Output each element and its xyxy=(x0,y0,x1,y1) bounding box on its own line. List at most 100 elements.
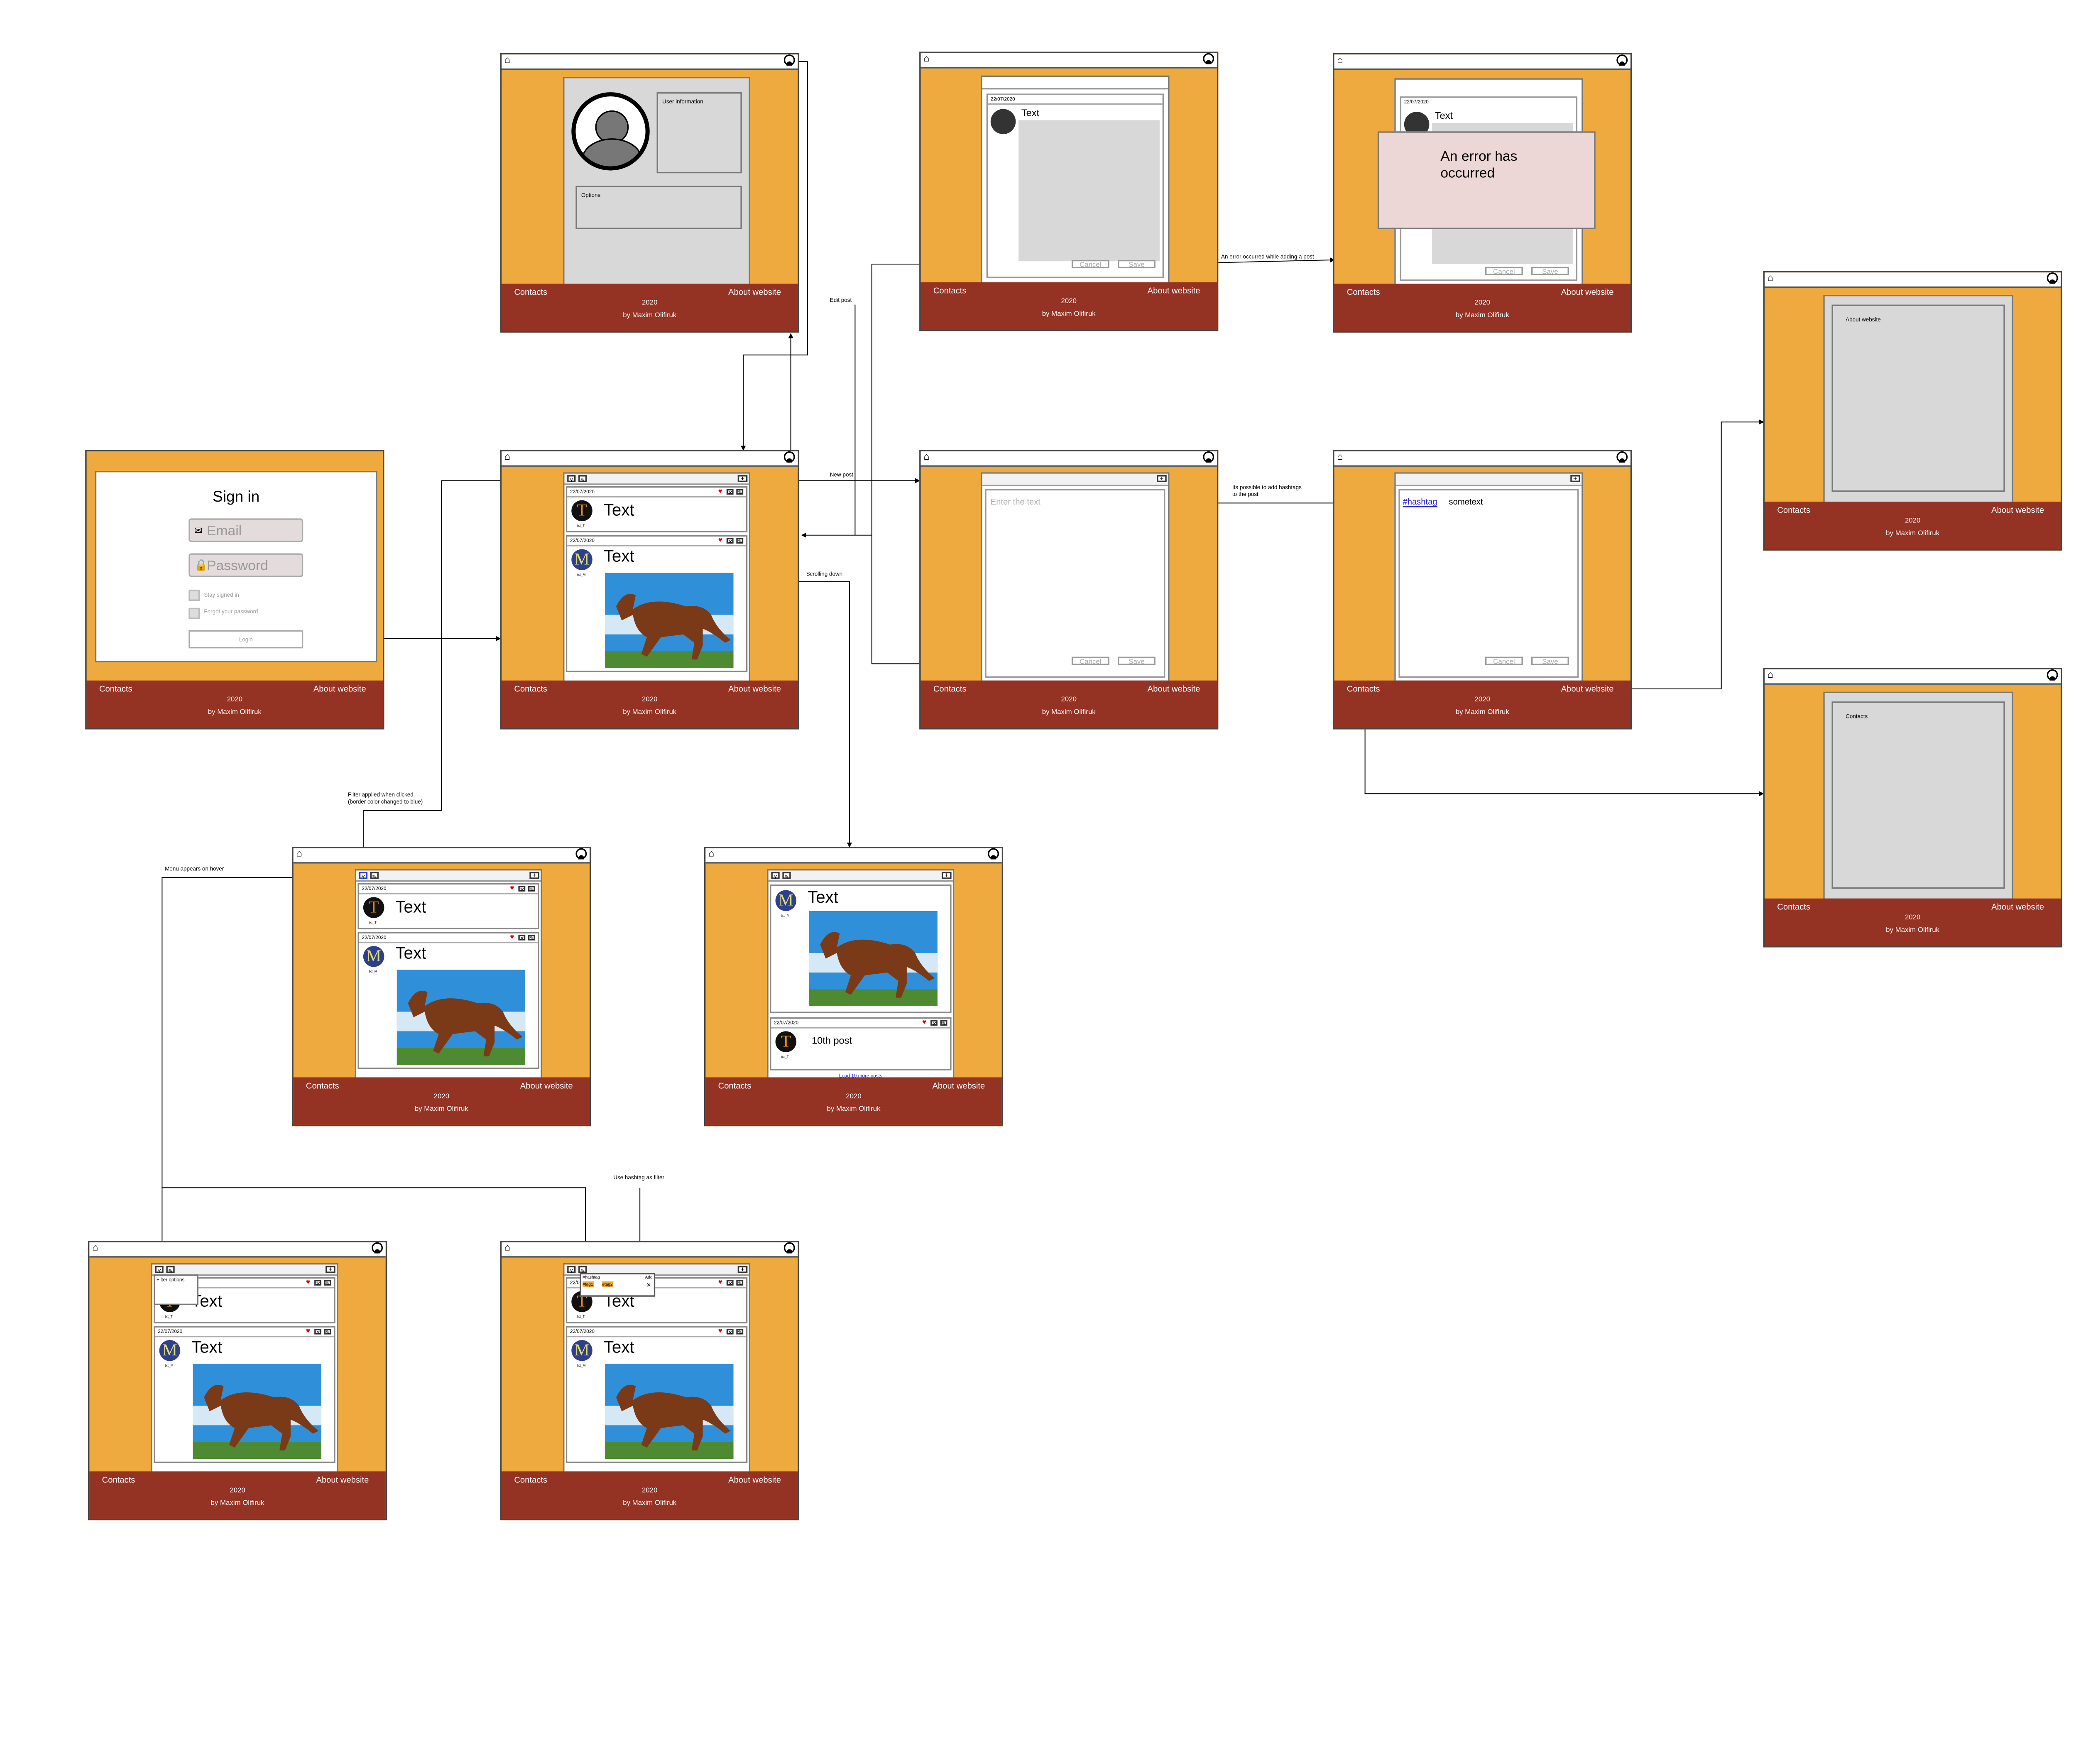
home-icon[interactable]: ⌂ xyxy=(1768,274,1773,285)
close-icon[interactable]: ✕ xyxy=(930,1019,938,1026)
footer-about-link[interactable]: About website xyxy=(728,1477,781,1485)
filter-icon[interactable]: Y xyxy=(359,872,367,880)
save-button[interactable]: Save xyxy=(1118,657,1156,666)
close-icon[interactable]: ✕ xyxy=(314,1279,321,1286)
user-icon[interactable] xyxy=(2047,669,2058,681)
user-icon[interactable] xyxy=(783,54,795,66)
pencil-icon[interactable]: ✎ xyxy=(736,488,744,495)
add-tag-button[interactable]: Add xyxy=(645,1274,652,1280)
footer-about-link[interactable]: About website xyxy=(728,686,781,694)
footer-about-link[interactable]: About website xyxy=(1991,904,2044,912)
footer-about-link[interactable]: About website xyxy=(313,686,366,694)
footer-contacts-link[interactable]: Contacts xyxy=(933,288,967,296)
cancel-button[interactable]: Cancel xyxy=(1485,657,1523,666)
home-icon[interactable]: ⌂ xyxy=(504,56,510,67)
plus-icon[interactable]: + xyxy=(1157,475,1167,483)
footer-contacts-link[interactable]: Contacts xyxy=(933,686,967,694)
footer-contacts-link[interactable]: Contacts xyxy=(102,1477,135,1485)
login-button[interactable]: Login xyxy=(189,630,304,649)
close-icon[interactable]: ✕ xyxy=(646,1281,651,1289)
close-icon[interactable]: ✕ xyxy=(726,488,734,495)
plus-icon[interactable]: + xyxy=(529,872,539,880)
footer-contacts-link[interactable]: Contacts xyxy=(306,1083,339,1091)
home-icon[interactable]: ⌂ xyxy=(1337,56,1343,67)
save-button[interactable]: Save xyxy=(1531,657,1569,666)
pencil-icon[interactable]: ✎ xyxy=(578,475,587,483)
close-icon[interactable]: ✕ xyxy=(518,934,526,941)
user-icon[interactable] xyxy=(575,848,587,860)
home-icon[interactable]: ⌂ xyxy=(923,54,929,66)
pencil-icon[interactable]: ✎ xyxy=(166,1266,175,1274)
close-icon[interactable]: ✕ xyxy=(726,1279,734,1286)
heart-icon[interactable]: ♥ xyxy=(306,1279,310,1287)
footer-about-link[interactable]: About website xyxy=(1561,289,1614,298)
pencil-icon[interactable]: ✎ xyxy=(324,1328,331,1335)
pencil-icon[interactable]: ✎ xyxy=(736,1279,744,1286)
user-icon[interactable] xyxy=(783,451,795,463)
filter-icon[interactable]: Y xyxy=(567,1266,576,1274)
home-icon[interactable]: ⌂ xyxy=(708,850,714,861)
pencil-icon[interactable]: ✎ xyxy=(736,1328,744,1335)
home-icon[interactable]: ⌂ xyxy=(923,453,929,464)
heart-icon[interactable]: ♥ xyxy=(306,1328,310,1336)
edit-text-area[interactable] xyxy=(1018,120,1160,262)
plus-icon[interactable]: + xyxy=(737,475,748,483)
plus-icon[interactable]: + xyxy=(326,1266,335,1274)
forgot-password-link[interactable]: Forgot your password xyxy=(204,608,258,615)
heart-icon[interactable]: ♥ xyxy=(718,1328,722,1336)
close-icon[interactable]: ✕ xyxy=(314,1328,321,1335)
footer-contacts-link[interactable]: Contacts xyxy=(1777,507,1810,515)
heart-icon[interactable]: ♥ xyxy=(922,1019,926,1027)
new-post-textarea[interactable]: Enter the text xyxy=(985,489,1165,678)
pencil-icon[interactable]: ✎ xyxy=(940,1019,947,1026)
pencil-icon[interactable]: ✎ xyxy=(324,1279,331,1286)
plus-icon[interactable]: + xyxy=(1570,475,1580,483)
footer-contacts-link[interactable]: Contacts xyxy=(514,686,547,694)
home-icon[interactable]: ⌂ xyxy=(1337,453,1343,464)
heart-icon[interactable]: ♥ xyxy=(718,1279,722,1287)
pencil-icon[interactable]: ✎ xyxy=(782,872,791,880)
user-icon[interactable] xyxy=(1203,53,1214,64)
user-icon[interactable] xyxy=(783,1242,795,1254)
footer-about-link[interactable]: About website xyxy=(1148,686,1200,694)
heart-icon[interactable]: ♥ xyxy=(510,884,514,893)
hashtag-filter-menu[interactable]: #hashtag Add #tag1 #tag2 ✕ xyxy=(580,1273,656,1297)
home-icon[interactable]: ⌂ xyxy=(504,1244,510,1255)
forgot-checkbox[interactable] xyxy=(189,608,200,619)
pencil-icon[interactable]: ✎ xyxy=(528,885,535,892)
footer-contacts-link[interactable]: Contacts xyxy=(718,1083,752,1091)
heart-icon[interactable]: ♥ xyxy=(718,537,722,545)
home-icon[interactable]: ⌂ xyxy=(1768,671,1773,682)
stay-signed-checkbox[interactable] xyxy=(189,590,200,601)
tag-chip[interactable]: #tag2 xyxy=(602,1281,613,1287)
save-button[interactable]: Save xyxy=(1531,267,1569,277)
footer-about-link[interactable]: About website xyxy=(1561,686,1614,694)
footer-about-link[interactable]: About website xyxy=(932,1083,985,1091)
user-icon[interactable] xyxy=(2047,272,2058,284)
pencil-icon[interactable]: ✎ xyxy=(528,934,535,941)
footer-about-link[interactable]: About website xyxy=(728,289,781,298)
password-field[interactable]: 🔒 Password xyxy=(189,553,304,577)
footer-contacts-link[interactable]: Contacts xyxy=(99,686,132,694)
new-post-textarea[interactable]: #hashtag sometext xyxy=(1398,489,1579,678)
user-icon[interactable] xyxy=(1616,54,1628,66)
cancel-button[interactable]: Cancel xyxy=(1485,267,1523,277)
save-button[interactable]: Save xyxy=(1118,260,1156,270)
heart-icon[interactable]: ♥ xyxy=(718,488,722,496)
email-field[interactable]: ✉ Email xyxy=(189,518,304,542)
pencil-icon[interactable]: ✎ xyxy=(370,872,379,880)
filter-icon[interactable]: Y xyxy=(155,1266,164,1274)
close-icon[interactable]: ✕ xyxy=(726,537,734,544)
close-icon[interactable]: ✕ xyxy=(518,885,526,892)
user-icon[interactable] xyxy=(1203,451,1214,463)
footer-about-link[interactable]: About website xyxy=(1991,507,2044,515)
home-icon[interactable]: ⌂ xyxy=(296,850,302,861)
hashtag-link[interactable]: #hashtag xyxy=(1403,499,1437,507)
pencil-icon[interactable]: ✎ xyxy=(736,537,744,544)
heart-icon[interactable]: ♥ xyxy=(510,933,514,942)
footer-contacts-link[interactable]: Contacts xyxy=(514,289,547,298)
footer-contacts-link[interactable]: Contacts xyxy=(514,1477,547,1485)
plus-icon[interactable]: + xyxy=(737,1266,748,1274)
filter-icon[interactable]: Y xyxy=(771,872,780,880)
home-icon[interactable]: ⌂ xyxy=(504,453,510,464)
